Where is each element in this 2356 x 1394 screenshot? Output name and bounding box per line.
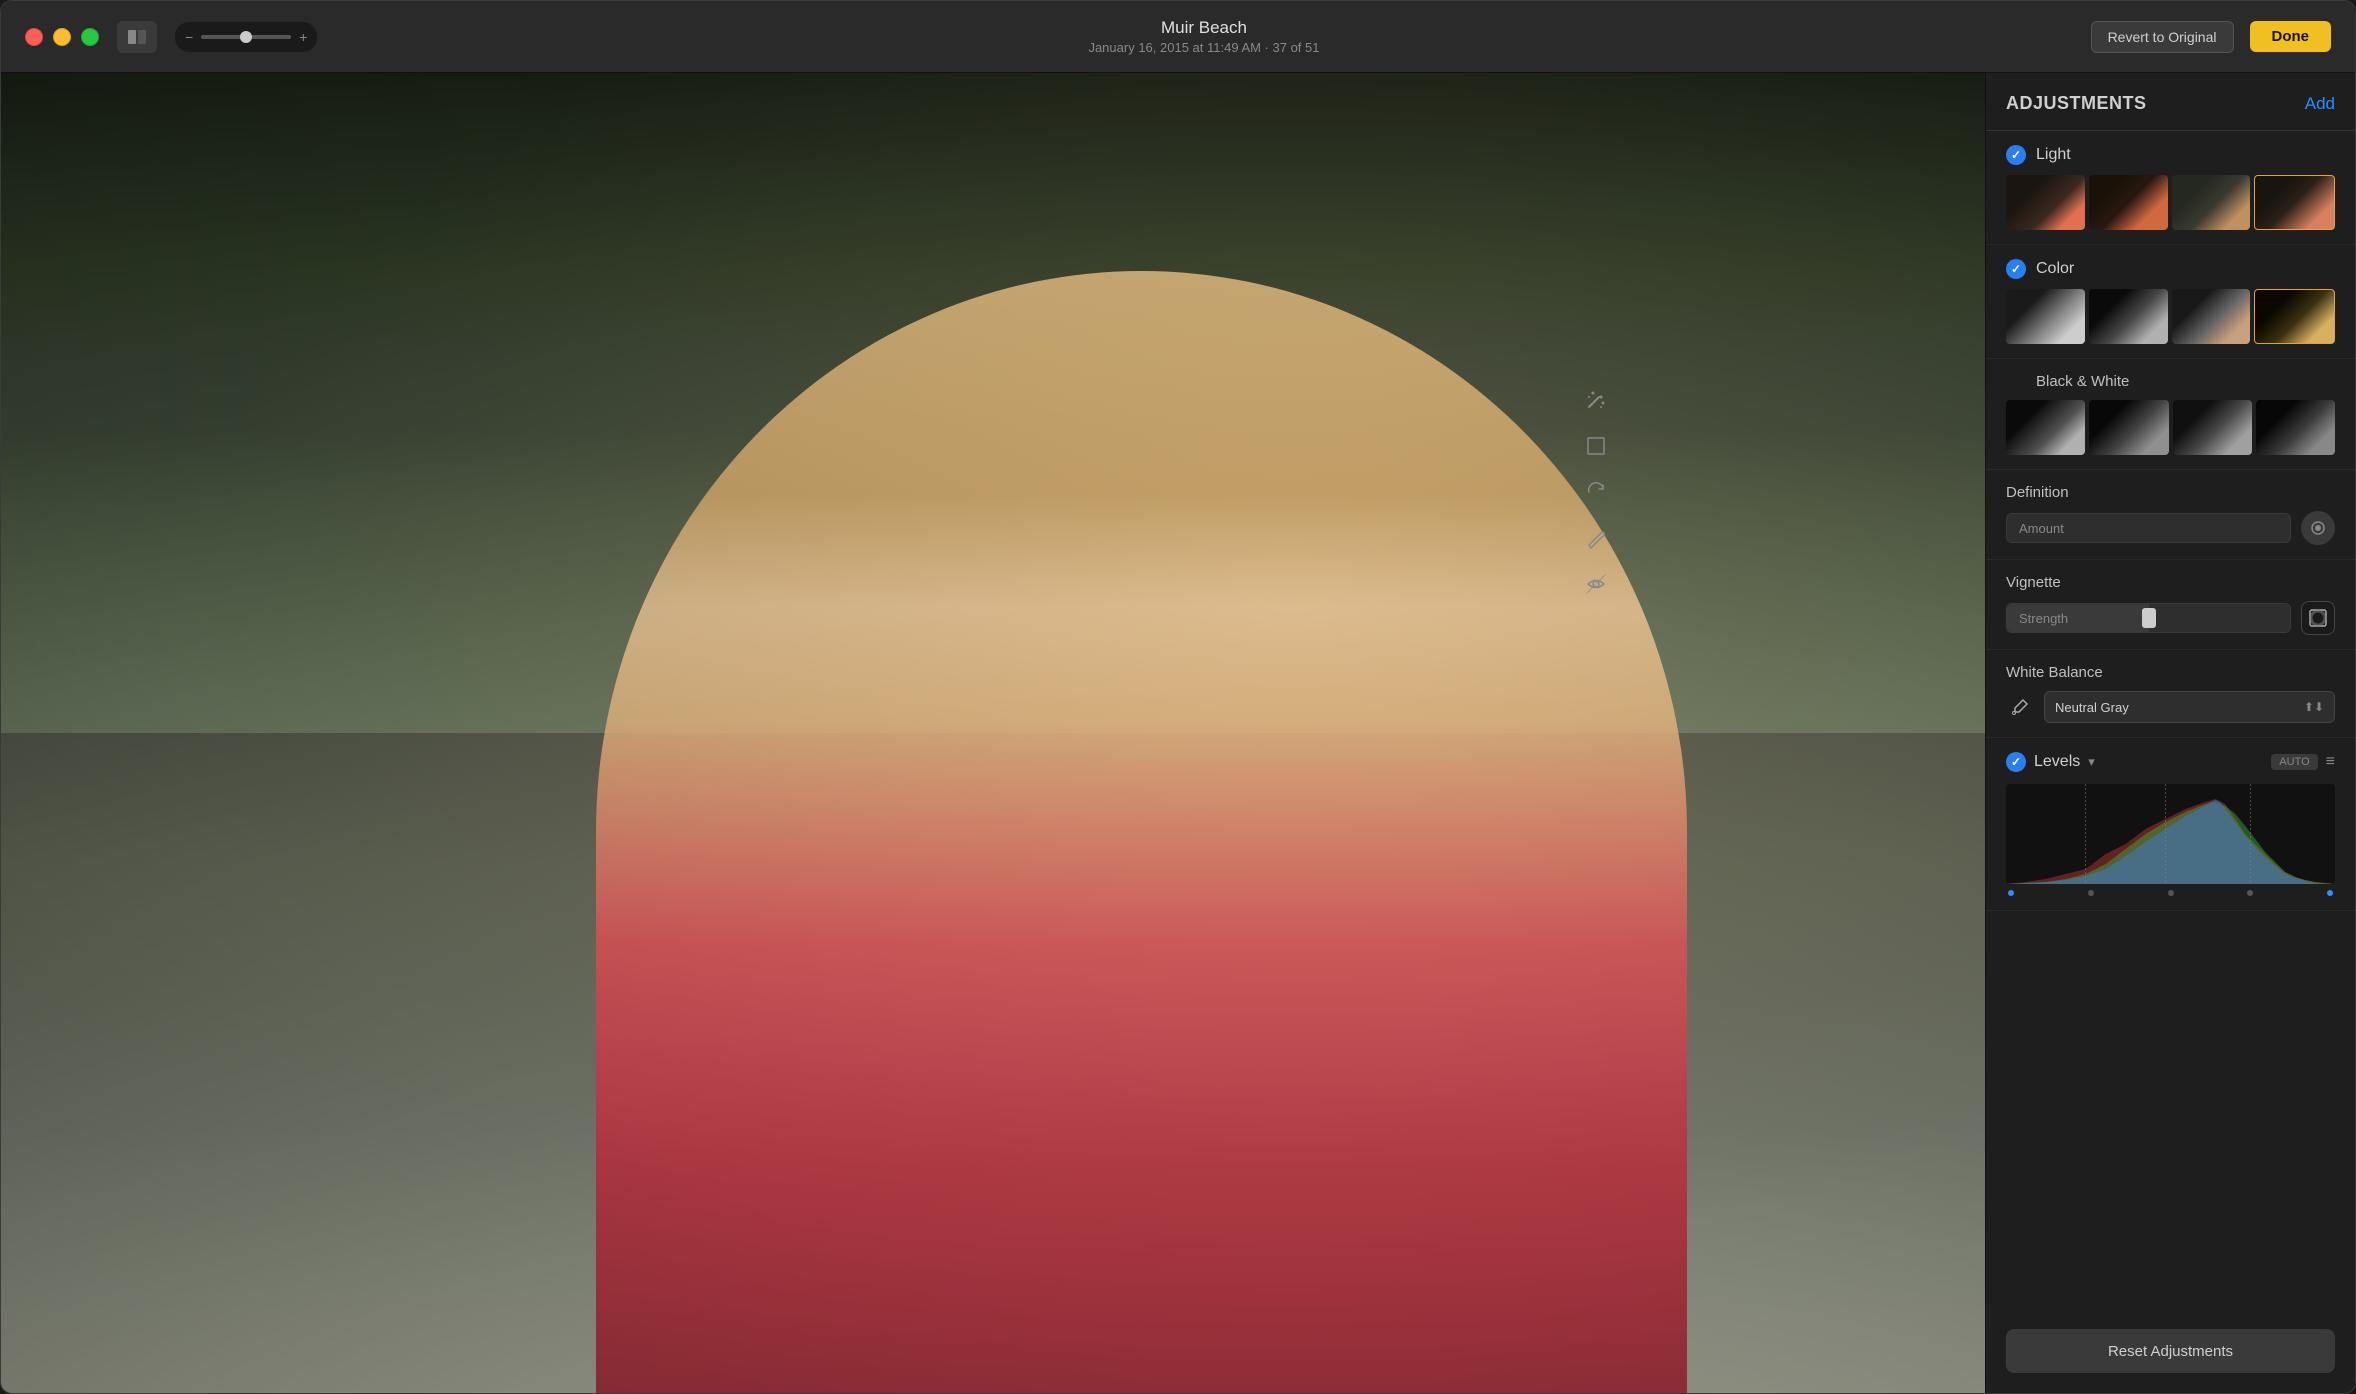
light-label: Light <box>2036 146 2071 164</box>
color-checkbox[interactable] <box>2006 259 2026 279</box>
bw-section-header: Black & White <box>2006 373 2335 390</box>
chevron-up-down-icon: ⬆⬇ <box>2304 700 2324 714</box>
wb-mode-label: Neutral Gray <box>2055 700 2129 715</box>
bw-thumb-2[interactable] <box>2089 400 2168 455</box>
zoom-slider[interactable] <box>201 35 291 39</box>
levels-header: Levels ▾ AUTO ≡ <box>2006 752 2335 772</box>
eyedropper-icon[interactable] <box>2006 693 2034 721</box>
color-label: Color <box>2036 260 2074 278</box>
levels-left: Levels ▾ <box>2006 752 2095 772</box>
strength-bar[interactable]: Strength <box>2006 603 2291 633</box>
amount-label: Amount <box>2019 521 2064 536</box>
app-window: − + Muir Beach January 16, 2015 at 11:49… <box>0 0 2356 1394</box>
color-thumbnails <box>2006 289 2335 344</box>
light-thumbnails <box>2006 175 2335 230</box>
view-toggle-button[interactable] <box>117 21 157 53</box>
rotate-tool[interactable] <box>1579 475 1613 509</box>
titlebar-right: Revert to Original Done <box>2091 21 2331 53</box>
crop-tool[interactable] <box>1579 429 1613 463</box>
color-thumb-3[interactable] <box>2172 289 2251 344</box>
reset-container: Reset Adjustments <box>1986 1309 2355 1393</box>
zoom-out-icon: − <box>185 29 193 45</box>
vignette-row: Strength <box>2006 601 2335 635</box>
content-area: ADJUSTMENTS Add Light <box>1 73 2355 1393</box>
color-section: Color <box>1986 245 2355 359</box>
light-thumb-1[interactable] <box>2006 175 2085 230</box>
zoom-in-icon: + <box>299 29 307 45</box>
bw-label: Black & White <box>2036 373 2129 390</box>
adjustments-title: ADJUSTMENTS <box>2006 93 2147 114</box>
definition-section: Definition Amount <box>1986 470 2355 560</box>
photo-title: Muir Beach <box>1088 18 1319 38</box>
definition-label: Definition <box>2006 484 2335 501</box>
histogram <box>2006 784 2335 884</box>
right-panel: ADJUSTMENTS Add Light <box>1985 73 2355 1393</box>
color-thumb-4[interactable] <box>2254 289 2335 344</box>
vignette-section: Vignette Strength <box>1986 560 2355 650</box>
minimize-button[interactable] <box>53 28 71 46</box>
titlebar-left: − + <box>25 21 317 53</box>
titlebar: − + Muir Beach January 16, 2015 at 11:49… <box>1 1 2355 73</box>
bw-thumb-4[interactable] <box>2256 400 2335 455</box>
tick-1[interactable] <box>2088 890 2094 896</box>
amount-bar[interactable]: Amount <box>2006 513 2291 543</box>
levels-label: Levels <box>2034 753 2080 771</box>
levels-section: Levels ▾ AUTO ≡ <box>1986 738 2355 911</box>
auto-badge[interactable]: AUTO <box>2271 754 2317 770</box>
levels-checkbox[interactable] <box>2006 752 2026 772</box>
close-button[interactable] <box>25 28 43 46</box>
levels-menu-icon[interactable]: ≡ <box>2326 753 2335 771</box>
maximize-button[interactable] <box>81 28 99 46</box>
histogram-ticks <box>2006 890 2335 896</box>
amount-row: Amount <box>2006 511 2335 545</box>
magic-wand-tool[interactable] <box>1579 383 1613 417</box>
photo-subtitle: January 16, 2015 at 11:49 AM · 37 of 51 <box>1088 40 1319 55</box>
traffic-lights <box>25 28 99 46</box>
side-tools <box>1579 383 1613 601</box>
color-section-header: Color <box>2006 259 2335 279</box>
zoom-control[interactable]: − + <box>175 22 317 52</box>
reset-adjustments-button[interactable]: Reset Adjustments <box>2006 1329 2335 1373</box>
tick-3[interactable] <box>2247 890 2253 896</box>
add-button[interactable]: Add <box>2305 94 2335 114</box>
light-thumb-4[interactable] <box>2254 175 2335 230</box>
photo-area <box>1 73 1985 1393</box>
light-checkbox[interactable] <box>2006 145 2026 165</box>
vignette-label: Vignette <box>2006 574 2335 591</box>
definition-toggle[interactable] <box>2301 511 2335 545</box>
levels-chevron-icon: ▾ <box>2088 754 2095 770</box>
tick-2[interactable] <box>2168 890 2174 896</box>
adjustments-header: ADJUSTMENTS Add <box>1986 73 2355 131</box>
strength-label: Strength <box>2019 611 2068 626</box>
light-section: Light <box>1986 131 2355 245</box>
retouch-tool[interactable] <box>1579 521 1613 555</box>
titlebar-center: Muir Beach January 16, 2015 at 11:49 AM … <box>1088 18 1319 55</box>
levels-right: AUTO ≡ <box>2271 753 2335 771</box>
bw-thumb-1[interactable] <box>2006 400 2085 455</box>
vignette-icon[interactable] <box>2301 601 2335 635</box>
color-thumb-1[interactable] <box>2006 289 2085 344</box>
color-thumb-2[interactable] <box>2089 289 2168 344</box>
light-section-header: Light <box>2006 145 2335 165</box>
red-eye-tool[interactable] <box>1579 567 1613 601</box>
light-thumb-2[interactable] <box>2089 175 2168 230</box>
light-thumb-3[interactable] <box>2172 175 2251 230</box>
white-balance-row: Neutral Gray ⬆⬇ <box>2006 691 2335 723</box>
photo-image <box>1 73 1985 1393</box>
bw-thumbnails <box>2006 400 2335 455</box>
tick-0[interactable] <box>2008 890 2014 896</box>
tick-4[interactable] <box>2327 890 2333 896</box>
bw-section: Black & White <box>1986 359 2355 470</box>
white-balance-label: White Balance <box>2006 664 2335 681</box>
revert-button[interactable]: Revert to Original <box>2091 21 2234 53</box>
bw-thumb-3[interactable] <box>2173 400 2252 455</box>
wb-mode-select[interactable]: Neutral Gray ⬆⬇ <box>2044 691 2335 723</box>
done-button[interactable]: Done <box>2250 21 2332 52</box>
white-balance-section: White Balance Neutral Gray ⬆⬇ <box>1986 650 2355 738</box>
